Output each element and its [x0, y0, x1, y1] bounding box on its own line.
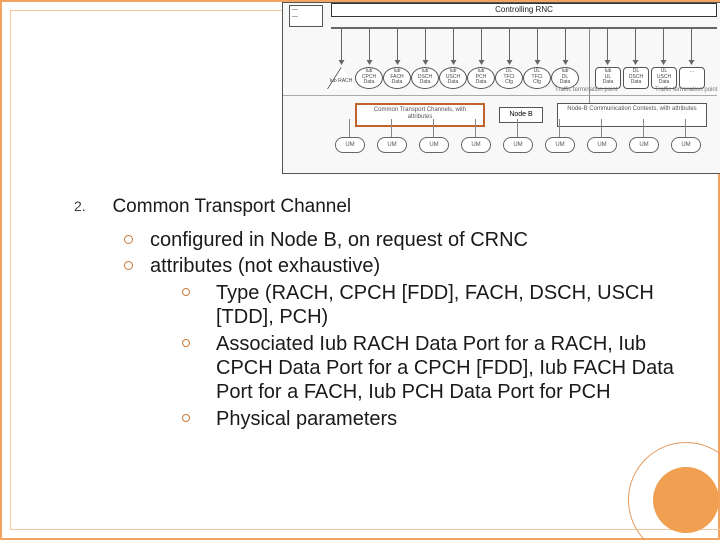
node-10: DLDSCHData [623, 67, 649, 89]
node-12: ... [679, 67, 705, 89]
highlight-box: Common Transport Channels, with attribut… [355, 103, 485, 127]
subbullet-row-1: Associated Iub RACH Data Port for a RACH… [74, 332, 680, 405]
bullet-0: configured in Node B, on request of CRNC [150, 228, 528, 252]
bullet-icon [182, 281, 216, 330]
bullet-icon [182, 332, 216, 405]
um-7: UM [629, 137, 659, 153]
um-2: UM [419, 137, 449, 153]
slide: — — Controlling RNC Iub RACH IubCPCHData… [0, 0, 720, 540]
legend-row: — [292, 14, 320, 21]
heading: Common Transport Channel [112, 196, 351, 218]
node-6: DLTFCICfg [495, 67, 523, 89]
subbullet-2: Physical parameters [216, 407, 397, 431]
bullet-icon [124, 254, 150, 278]
node-1: IubCPCHData [355, 67, 383, 89]
node-11: ULUSCHData [651, 67, 677, 89]
subbullet-row-0: Type (RACH, CPCH [FDD], FACH, DSCH, USCH… [74, 281, 680, 330]
corner-decoration [628, 442, 720, 540]
node-0: Iub RACH [327, 79, 355, 85]
node-3: IubDSCHData [411, 67, 439, 89]
controlling-rnc: Controlling RNC [331, 3, 717, 17]
um-1: UM [377, 137, 407, 153]
subbullet-1: Associated Iub RACH Data Port for a RACH… [216, 332, 680, 405]
bullet-row-0: configured in Node B, on request of CRNC [74, 228, 680, 252]
um-4: UM [503, 137, 533, 153]
node-8: IubDLData [551, 67, 579, 89]
content: 2. Common Transport Channel configured i… [74, 196, 680, 431]
term-left: Traffic termination point [555, 87, 617, 93]
subbullet-0: Type (RACH, CPCH [FDD], FACH, DSCH, USCH… [216, 281, 680, 330]
node-9: IubULData [595, 67, 621, 89]
legend-row: — [292, 7, 320, 14]
heading-row: 2. Common Transport Channel [74, 196, 680, 218]
um-5: UM [545, 137, 575, 153]
um-3: UM [461, 137, 491, 153]
term-right: Traffic termination point [655, 87, 717, 93]
diagram-legend: — — [289, 5, 323, 27]
bullet-icon [182, 407, 216, 431]
node-5: IubPCHData [467, 67, 495, 89]
drops: Iub RACH IubCPCHData IubFACHData IubDSCH… [331, 29, 717, 95]
bullet-1: attributes (not exhaustive) [150, 254, 380, 278]
separator-line [283, 95, 717, 96]
list-number: 2. [74, 196, 108, 214]
nodeb-box: Node B [499, 107, 543, 123]
bullet-icon [124, 228, 150, 252]
um-6: UM [587, 137, 617, 153]
node-2: IubFACHData [383, 67, 411, 89]
bullet-row-1: attributes (not exhaustive) [74, 254, 680, 278]
subbullet-row-2: Physical parameters [74, 407, 680, 431]
node-7: ULTFCICfg [523, 67, 551, 89]
node-4: IubUSCHData [439, 67, 467, 89]
um-row: UM UM UM UM UM UM UM UM UM [331, 137, 717, 159]
diagram: — — Controlling RNC Iub RACH IubCPCHData… [282, 2, 720, 174]
um-0: UM [335, 137, 365, 153]
um-8: UM [671, 137, 701, 153]
